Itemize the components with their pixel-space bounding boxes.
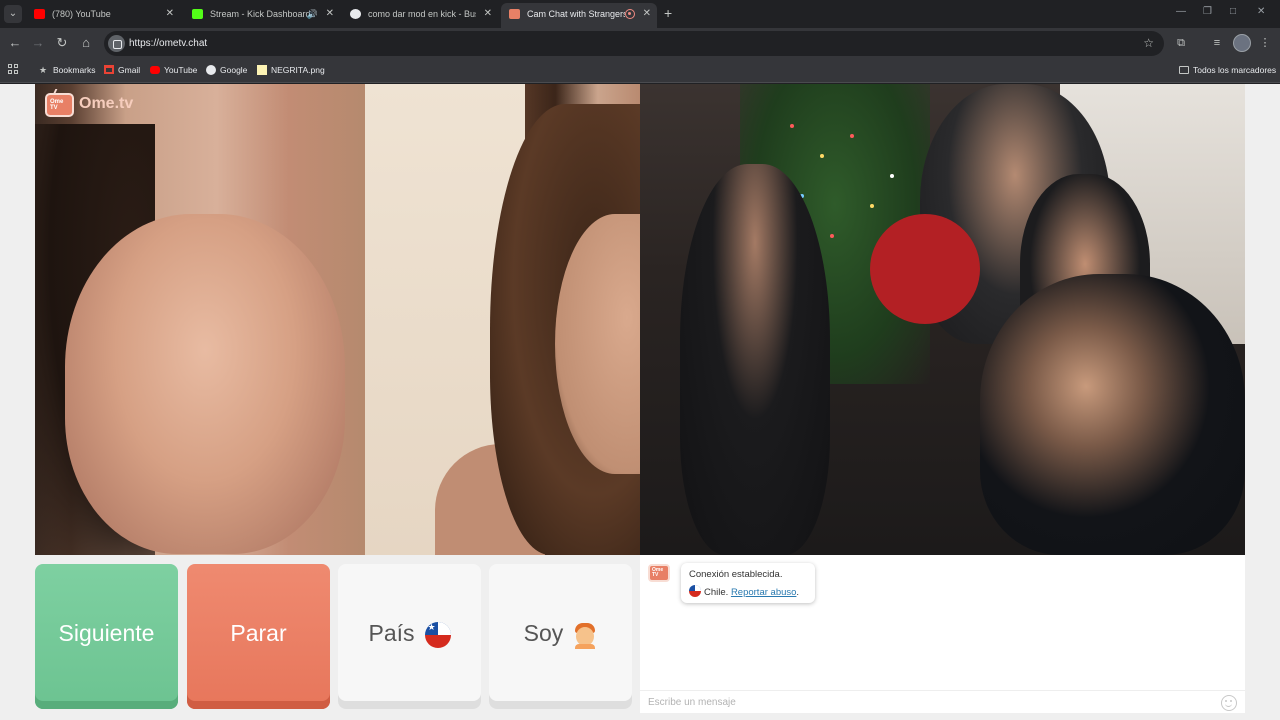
- forward-icon[interactable]: →: [29, 34, 47, 52]
- google-icon: [350, 9, 361, 19]
- folder-icon: [1179, 66, 1189, 74]
- tv-icon: Ome TV: [45, 93, 74, 117]
- bookmarks-bar: ★ Bookmarks Gmail YouTube Google NEGRITA…: [0, 59, 1280, 83]
- minimize-icon[interactable]: —: [1176, 6, 1186, 17]
- tab-title: Stream - Kick Dashboard: [210, 9, 311, 19]
- browser-toolbar: ← → ↻ ⌂ https://ometv.chat ☆ ⧉ ≡ ⋮: [0, 28, 1280, 59]
- close-icon[interactable]: ✕: [484, 3, 492, 25]
- ometv-page: Ome TV Ome.tv Siguiente Parar País Soy O…: [0, 84, 1280, 720]
- country-name: Chile.: [704, 587, 729, 598]
- tab-search-button[interactable]: ⌄: [4, 5, 22, 23]
- next-button[interactable]: Siguiente: [35, 564, 178, 709]
- chat-panel: Ome TV Conexión establecida. Chile. Repo…: [640, 555, 1245, 713]
- reload-icon[interactable]: ↻: [53, 34, 71, 52]
- bookmark-negrita[interactable]: NEGRITA.png: [257, 59, 325, 81]
- bookmark-label: Todos los marcadores: [1193, 65, 1277, 75]
- youtube-icon: [150, 66, 160, 74]
- local-video: [35, 84, 640, 555]
- tab-kick[interactable]: Stream - Kick Dashboard 🔊 ✕: [184, 3, 340, 25]
- ometv-icon: [509, 9, 520, 19]
- tab-bar: ⌄ (780) YouTube ✕ Stream - Kick Dashboar…: [0, 0, 1280, 28]
- system-message: Conexión establecida. Chile. Reportar ab…: [681, 563, 815, 603]
- youtube-icon: [34, 9, 45, 19]
- message-input[interactable]: [648, 694, 1208, 711]
- profile-avatar[interactable]: [1233, 34, 1251, 52]
- image-file-icon: [257, 65, 267, 75]
- boy-avatar-icon: [573, 622, 597, 649]
- country-button[interactable]: País: [338, 564, 481, 709]
- bookmark-label: Google: [220, 65, 248, 75]
- tab-title: Cam Chat with Strangers on: [527, 9, 625, 19]
- emoji-icon[interactable]: [1221, 695, 1237, 711]
- tab-youtube[interactable]: (780) YouTube ✕: [26, 3, 180, 25]
- chat-input-bar: [640, 690, 1245, 713]
- bookmark-star-icon[interactable]: ☆: [1143, 31, 1154, 56]
- tab-title: como dar mod en kick - Buscar: [368, 9, 476, 19]
- apps-grid-icon[interactable]: [8, 64, 19, 75]
- logo-badge: Ome TV: [652, 567, 664, 578]
- bookmark-label: NEGRITA.png: [271, 65, 325, 75]
- bookmark-gmail[interactable]: Gmail: [104, 59, 140, 81]
- all-bookmarks[interactable]: Todos los marcadores: [1179, 59, 1276, 81]
- bookmark-google[interactable]: Google: [206, 59, 247, 81]
- connection-status: Conexión establecida.: [689, 569, 783, 580]
- kick-icon: [192, 9, 203, 19]
- chile-flag-icon: [424, 621, 451, 648]
- restore-icon[interactable]: ❐: [1203, 6, 1212, 17]
- tab-ometv[interactable]: Cam Chat with Strangers on ✕: [501, 3, 657, 28]
- media-controls-icon[interactable]: ≡: [1208, 34, 1226, 52]
- button-label: Siguiente: [58, 620, 155, 646]
- new-tab-button[interactable]: +: [664, 4, 672, 22]
- star-icon: ★: [39, 65, 48, 75]
- google-icon: [206, 65, 216, 75]
- close-icon[interactable]: ✕: [166, 3, 174, 25]
- address-bar[interactable]: https://ometv.chat ☆: [104, 31, 1164, 56]
- button-label: Parar: [230, 620, 287, 646]
- menu-icon[interactable]: ⋮: [1256, 34, 1274, 52]
- video-shape: [980, 274, 1245, 555]
- bookmark-label: Bookmarks: [53, 65, 96, 75]
- logo-text: Ome.tv: [79, 95, 134, 112]
- home-icon[interactable]: ⌂: [77, 34, 95, 52]
- close-icon[interactable]: ✕: [326, 3, 334, 25]
- chile-flag-icon: [689, 585, 701, 597]
- site-info-icon[interactable]: [108, 35, 125, 52]
- url-text[interactable]: https://ometv.chat: [129, 31, 207, 56]
- video-shape: [870, 214, 980, 324]
- close-icon[interactable]: ✕: [643, 3, 651, 25]
- tab-google-search[interactable]: como dar mod en kick - Buscar ✕: [342, 3, 498, 25]
- bookmark-label: YouTube: [164, 65, 198, 75]
- recording-icon: [625, 9, 635, 19]
- video-shape: [680, 164, 830, 555]
- stop-button[interactable]: Parar: [187, 564, 330, 709]
- bookmark-youtube[interactable]: YouTube: [150, 59, 197, 81]
- report-abuse-link[interactable]: Reportar abuso: [731, 587, 796, 598]
- button-label: País: [368, 620, 415, 646]
- bookmark-folder[interactable]: ★ Bookmarks: [39, 59, 96, 81]
- speaker-icon[interactable]: 🔊: [307, 3, 318, 25]
- logo-badge: Ome TV: [50, 99, 64, 111]
- ometv-tv-icon: Ome TV: [648, 564, 670, 582]
- country-line: Chile. Reportar abuso.: [689, 585, 799, 598]
- back-icon[interactable]: ←: [6, 34, 24, 52]
- video-shape: [65, 214, 345, 554]
- extensions-icon[interactable]: ⧉: [1172, 34, 1190, 52]
- remote-video: [640, 84, 1245, 555]
- maximize-icon[interactable]: □: [1230, 6, 1236, 17]
- button-label: Soy: [523, 620, 564, 646]
- bookmark-label: Gmail: [118, 65, 141, 75]
- gmail-icon: [104, 65, 114, 74]
- tab-title: (780) YouTube: [52, 9, 111, 19]
- gender-button[interactable]: Soy: [489, 564, 632, 709]
- close-window-icon[interactable]: ✕: [1257, 6, 1265, 17]
